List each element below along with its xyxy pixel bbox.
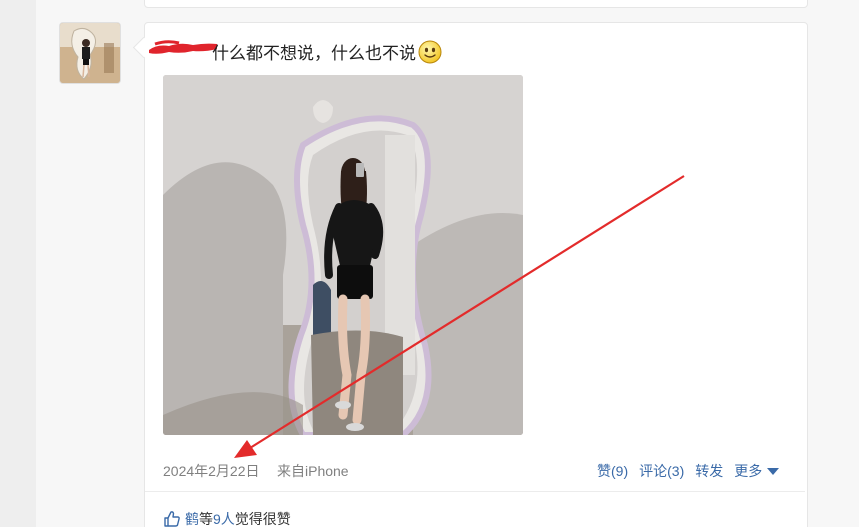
previous-post-card [144,0,808,8]
post-text: 什么都不想说，什么也不说 [212,44,416,63]
repost-button[interactable]: 转发 [695,461,723,481]
left-margin [0,0,36,527]
comment-button[interactable]: 评论(3) [639,461,684,481]
card-divider [145,491,805,492]
likes-count[interactable]: 9人 [213,509,235,527]
liker-name[interactable]: 鹤 [185,509,199,527]
more-button[interactable]: 更多 [734,461,780,481]
screenshot: 什么都不想说，什么也不说 2024年2月22日 来自iPhone 赞(9) 评论… [0,0,859,527]
smiley-face-icon [418,40,442,63]
likes-mid-text: 等 [199,511,213,527]
likes-summary: 鹤 等 9人 觉得很赞 [163,509,291,527]
post-actions: 赞(9) 评论(3) 转发 更多 [597,461,780,481]
post-source: 来自iPhone [277,463,349,479]
chevron-down-icon [767,467,780,475]
likes-suffix: 觉得很赞 [234,511,291,527]
like-button[interactable]: 赞(9) [597,461,628,481]
author-name-redacted [149,40,217,54]
more-label: 更多 [734,463,763,479]
post-date[interactable]: 2024年2月22日 [163,461,260,481]
post-content: 什么都不想说，什么也不说 [212,39,442,64]
post-photo[interactable] [163,75,523,435]
thumbs-up-icon [164,511,180,527]
avatar[interactable] [59,22,121,84]
